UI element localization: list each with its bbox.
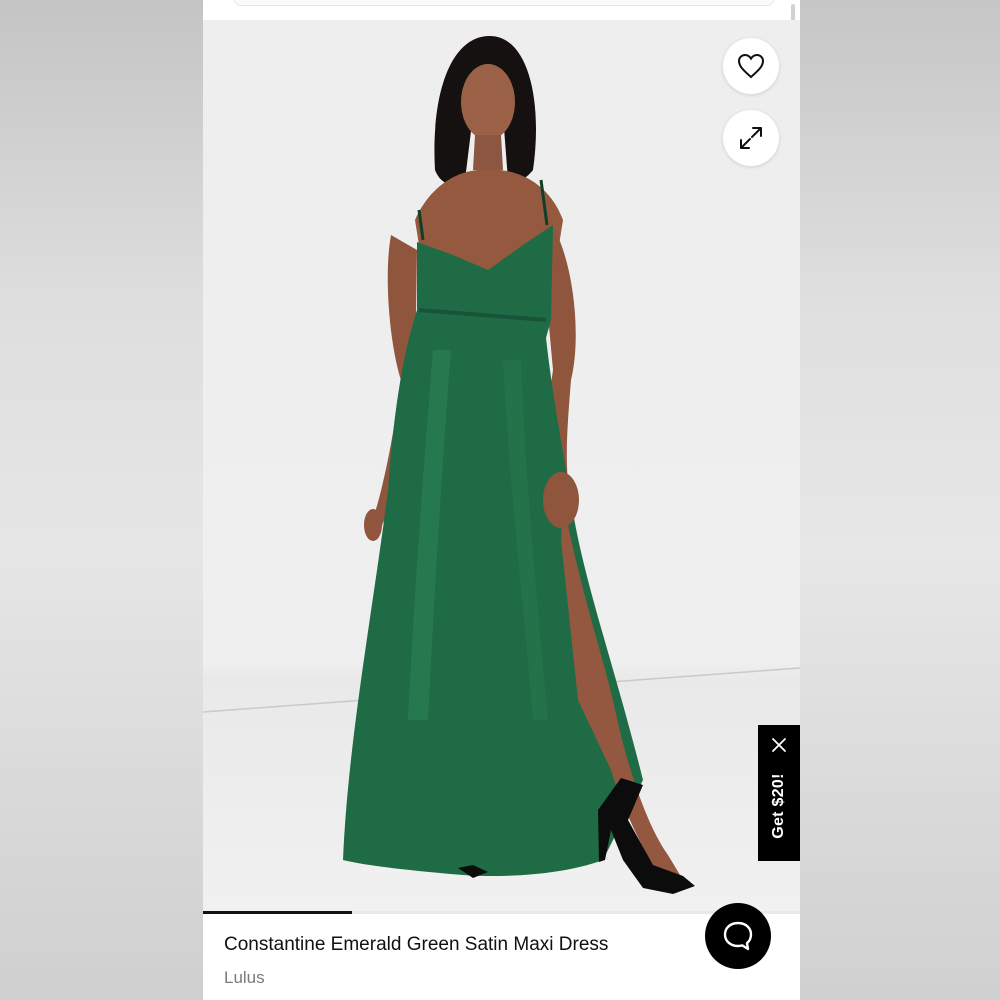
top-bar: [203, 0, 800, 20]
chat-bubble-icon: [723, 921, 753, 951]
background-right: [800, 0, 1000, 1000]
heart-icon: [737, 53, 765, 79]
favorite-button[interactable]: [723, 38, 779, 94]
product-screen: Get $20! Constantine Emerald Green Satin…: [203, 0, 800, 1000]
search-bar[interactable]: [233, 0, 775, 6]
expand-button[interactable]: [723, 110, 779, 166]
product-title: Constantine Emerald Green Satin Maxi Dre…: [224, 934, 609, 955]
promo-tab[interactable]: Get $20!: [758, 725, 800, 861]
model-illustration: [203, 35, 800, 894]
gallery-progress: [203, 911, 800, 914]
background-left: [0, 0, 203, 1000]
gallery-progress-fill: [203, 911, 353, 914]
brand-name[interactable]: Lulus: [224, 968, 265, 988]
chat-button[interactable]: [705, 903, 771, 969]
product-image[interactable]: [203, 20, 800, 912]
expand-icon: [740, 127, 762, 149]
promo-label[interactable]: Get $20!: [768, 745, 790, 867]
